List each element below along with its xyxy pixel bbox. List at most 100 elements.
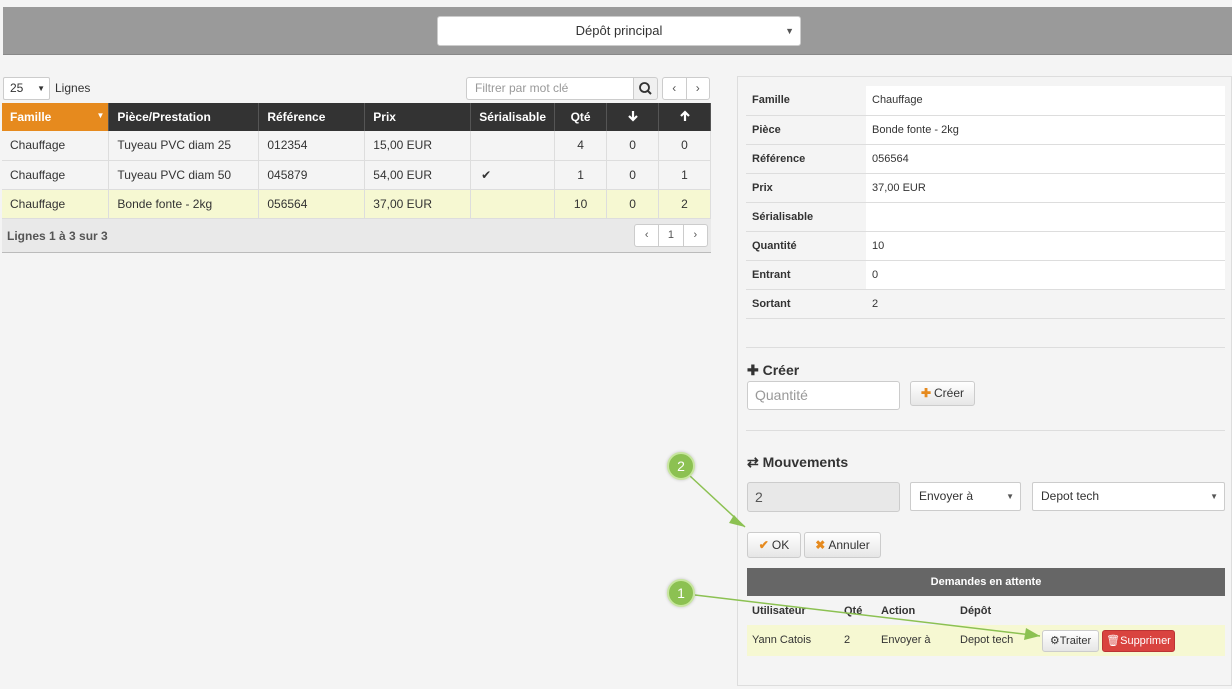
chevron-down-icon: ▼ — [1006, 492, 1014, 501]
cell-piece: Tuyeau PVC diam 50 — [108, 160, 260, 190]
cell-reference: 045879 — [258, 160, 366, 190]
cell-reference: 056564 — [258, 189, 366, 219]
col-label: Qté — [570, 110, 591, 124]
next-page-button[interactable]: › — [687, 78, 710, 99]
col-label: Prix — [373, 110, 396, 124]
pending-depot: Depot tech — [960, 634, 1014, 646]
detail-value: 37,00 EUR — [866, 173, 1225, 203]
process-button-label: Traiter — [1059, 635, 1092, 647]
move-quantity-input[interactable]: 2 — [747, 482, 900, 512]
create-title-text: Créer — [762, 362, 800, 378]
next-page-button[interactable]: › — [684, 225, 707, 246]
cell-entrant: 0 — [606, 160, 660, 190]
prev-page-button[interactable]: ‹ — [635, 225, 660, 246]
depot-select-value: Dépôt principal — [575, 23, 663, 38]
detail-value: 056564 — [866, 144, 1225, 174]
cell-prix: 15,00 EUR — [364, 131, 472, 161]
col-serialisable[interactable]: Sérialisable — [470, 103, 556, 131]
cell-sortant: 0 — [658, 131, 711, 161]
close-icon: ✖ — [815, 538, 826, 552]
transfer-icon: ⇄ — [747, 454, 759, 470]
col-prix[interactable]: Prix — [364, 103, 472, 131]
detail-row: Prix 37,00 EUR — [746, 173, 1225, 203]
arrow-up-icon — [679, 109, 690, 121]
pending-col-user: Utilisateur — [752, 605, 806, 617]
chevron-down-icon: ▼ — [1210, 492, 1218, 501]
chevron-down-icon: ▼ — [37, 84, 45, 93]
cell-prix: 37,00 EUR — [364, 189, 472, 219]
detail-label: Quantité — [746, 231, 866, 261]
detail-value: 2 — [866, 289, 1225, 319]
trash-icon: 🗑 — [1106, 635, 1121, 647]
page-length-select[interactable]: 25 ▼ — [3, 77, 50, 100]
table-header-row: Famille ▼ Pièce/Prestation Référence Prix… — [2, 103, 711, 131]
cell-entrant: 0 — [606, 131, 660, 161]
annotation-badge-1: 1 — [667, 579, 695, 607]
chevron-down-icon: ▼ — [785, 26, 794, 36]
filter-button[interactable] — [633, 77, 658, 100]
detail-label: Sérialisable — [746, 202, 866, 232]
detail-row: Famille Chauffage — [746, 86, 1225, 116]
gears-icon: ⚙ — [1049, 635, 1060, 647]
pending-col-qty: Qté — [844, 605, 863, 617]
detail-row: Quantité 10 — [746, 231, 1225, 261]
sort-down-icon: ▼ — [96, 111, 105, 120]
col-entrant[interactable] — [606, 103, 660, 131]
depot-select[interactable]: Dépôt principal ▼ — [437, 16, 801, 46]
col-piece[interactable]: Pièce/Prestation — [108, 103, 260, 131]
col-famille[interactable]: Famille ▼ — [2, 103, 110, 131]
divider — [746, 347, 1225, 348]
detail-value — [866, 202, 1225, 232]
detail-label: Sortant — [746, 289, 866, 319]
pending-col-action: Action — [881, 605, 916, 617]
detail-value: Chauffage — [866, 86, 1225, 116]
table-row[interactable]: Chauffage Tuyeau PVC diam 25 012354 15,0… — [2, 131, 711, 161]
cell-serialisable — [470, 189, 556, 219]
move-action-value: Envoyer à — [919, 489, 974, 503]
table-row-selected[interactable]: Chauffage Bonde fonte - 2kg 056564 37,00… — [2, 189, 711, 219]
move-action-select[interactable]: Envoyer à ▼ — [910, 482, 1021, 511]
cell-piece: Tuyeau PVC diam 25 — [108, 131, 260, 161]
parts-table: Famille ▼ Pièce/Prestation Référence Prix… — [2, 103, 711, 219]
col-reference[interactable]: Référence — [258, 103, 366, 131]
search-icon — [639, 82, 652, 95]
delete-button[interactable]: 🗑Supprimer — [1102, 630, 1175, 652]
cell-entrant: 0 — [606, 189, 660, 219]
detail-label: Prix — [746, 173, 866, 203]
col-qte[interactable]: Qté — [554, 103, 608, 131]
detail-value: Bonde fonte - 2kg — [866, 115, 1225, 145]
col-label: Sérialisable — [479, 110, 547, 124]
check-icon: ✔ — [758, 538, 769, 552]
col-label: Pièce/Prestation — [117, 110, 211, 124]
moves-title: ⇄ Mouvements — [747, 454, 848, 471]
create-button-label: Créer — [934, 386, 965, 400]
detail-label: Pièce — [746, 115, 866, 145]
ok-button[interactable]: ✔ OK — [747, 532, 801, 558]
detail-row: Sérialisable — [746, 202, 1225, 232]
filter-input[interactable]: Filtrer par mot clé — [466, 77, 634, 100]
move-target-value: Depot tech — [1041, 489, 1100, 503]
pending-col-depot: Dépôt — [960, 605, 992, 617]
table-row[interactable]: Chauffage Tuyeau PVC diam 50 045879 54,0… — [2, 160, 711, 190]
page-length-value: 25 — [10, 81, 24, 95]
detail-label: Famille — [746, 86, 866, 116]
detail-value: 0 — [866, 260, 1225, 290]
pending-qty: 2 — [844, 634, 851, 646]
move-target-select[interactable]: Depot tech ▼ — [1032, 482, 1225, 511]
cell-prix: 54,00 EUR — [364, 160, 472, 190]
cancel-button[interactable]: ✖ Annuler — [804, 532, 881, 558]
cell-qte: 1 — [554, 160, 608, 190]
prev-page-button[interactable]: ‹ — [663, 78, 687, 99]
cell-qte: 4 — [554, 131, 608, 161]
annotation-badge-2: 2 — [667, 452, 695, 480]
page-number[interactable]: 1 — [659, 225, 684, 246]
cell-reference: 012354 — [258, 131, 366, 161]
cell-serialisable — [470, 131, 556, 161]
create-quantity-input[interactable]: Quantité — [747, 381, 900, 410]
cell-famille: Chauffage — [2, 131, 110, 161]
divider — [746, 430, 1225, 431]
col-sortant[interactable] — [658, 103, 711, 131]
detail-table: Famille Chauffage Pièce Bonde fonte - 2kg … — [746, 86, 1225, 319]
create-button[interactable]: ✚ Créer — [910, 381, 975, 406]
process-button[interactable]: ⚙Traiter — [1042, 630, 1099, 652]
